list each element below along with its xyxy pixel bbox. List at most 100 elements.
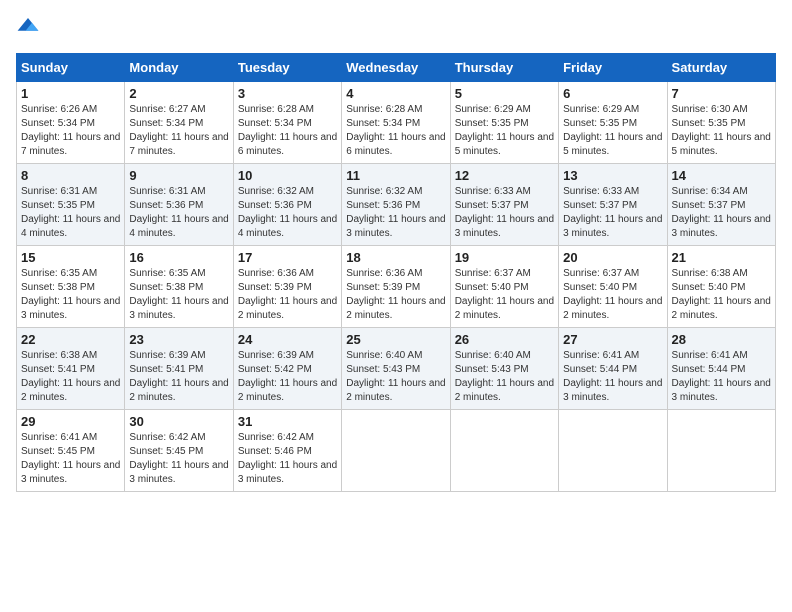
day-number: 21 <box>672 250 771 265</box>
daylight-label: Daylight: 11 hours and 4 minutes. <box>129 214 228 239</box>
sunrise-label: Sunrise: 6:26 AM <box>21 104 97 115</box>
day-number: 23 <box>129 332 228 347</box>
day-number: 22 <box>21 332 120 347</box>
sunset-label: Sunset: 5:37 PM <box>672 200 746 211</box>
calendar-day-cell: 26 Sunrise: 6:40 AM Sunset: 5:43 PM Dayl… <box>450 328 558 410</box>
sunset-label: Sunset: 5:43 PM <box>455 364 529 375</box>
sunrise-label: Sunrise: 6:39 AM <box>129 350 205 361</box>
sunset-label: Sunset: 5:35 PM <box>563 118 637 129</box>
day-number: 7 <box>672 86 771 101</box>
daylight-label: Daylight: 11 hours and 3 minutes. <box>346 214 445 239</box>
sunset-label: Sunset: 5:40 PM <box>563 282 637 293</box>
day-info: Sunrise: 6:37 AM Sunset: 5:40 PM Dayligh… <box>455 267 554 323</box>
calendar-day-cell: 22 Sunrise: 6:38 AM Sunset: 5:41 PM Dayl… <box>17 328 125 410</box>
calendar-day-cell: 2 Sunrise: 6:27 AM Sunset: 5:34 PM Dayli… <box>125 82 233 164</box>
calendar-day-cell: 21 Sunrise: 6:38 AM Sunset: 5:40 PM Dayl… <box>667 246 775 328</box>
sunrise-label: Sunrise: 6:40 AM <box>346 350 422 361</box>
day-info: Sunrise: 6:31 AM Sunset: 5:35 PM Dayligh… <box>21 185 120 241</box>
day-info: Sunrise: 6:41 AM Sunset: 5:44 PM Dayligh… <box>563 349 662 405</box>
sunset-label: Sunset: 5:38 PM <box>21 282 95 293</box>
sunrise-label: Sunrise: 6:42 AM <box>238 432 314 443</box>
sunset-label: Sunset: 5:39 PM <box>346 282 420 293</box>
day-number: 12 <box>455 168 554 183</box>
day-info: Sunrise: 6:41 AM Sunset: 5:44 PM Dayligh… <box>672 349 771 405</box>
calendar-day-cell: 23 Sunrise: 6:39 AM Sunset: 5:41 PM Dayl… <box>125 328 233 410</box>
sunrise-label: Sunrise: 6:40 AM <box>455 350 531 361</box>
daylight-label: Daylight: 11 hours and 3 minutes. <box>455 214 554 239</box>
day-number: 9 <box>129 168 228 183</box>
daylight-label: Daylight: 11 hours and 3 minutes. <box>21 460 120 485</box>
day-info: Sunrise: 6:40 AM Sunset: 5:43 PM Dayligh… <box>455 349 554 405</box>
empty-cell <box>559 410 667 492</box>
sunrise-label: Sunrise: 6:39 AM <box>238 350 314 361</box>
sunset-label: Sunset: 5:38 PM <box>129 282 203 293</box>
calendar-day-cell: 8 Sunrise: 6:31 AM Sunset: 5:35 PM Dayli… <box>17 164 125 246</box>
day-of-week-header: Tuesday <box>233 54 341 82</box>
day-number: 29 <box>21 414 120 429</box>
daylight-label: Daylight: 11 hours and 7 minutes. <box>129 132 228 157</box>
day-info: Sunrise: 6:30 AM Sunset: 5:35 PM Dayligh… <box>672 103 771 159</box>
empty-cell <box>667 410 775 492</box>
calendar-day-cell: 25 Sunrise: 6:40 AM Sunset: 5:43 PM Dayl… <box>342 328 450 410</box>
sunset-label: Sunset: 5:40 PM <box>455 282 529 293</box>
sunset-label: Sunset: 5:34 PM <box>238 118 312 129</box>
daylight-label: Daylight: 11 hours and 6 minutes. <box>346 132 445 157</box>
calendar-table: SundayMondayTuesdayWednesdayThursdayFrid… <box>16 53 776 492</box>
day-info: Sunrise: 6:42 AM Sunset: 5:46 PM Dayligh… <box>238 431 337 487</box>
daylight-label: Daylight: 11 hours and 7 minutes. <box>21 132 120 157</box>
sunrise-label: Sunrise: 6:41 AM <box>672 350 748 361</box>
sunset-label: Sunset: 5:34 PM <box>129 118 203 129</box>
sunset-label: Sunset: 5:34 PM <box>21 118 95 129</box>
daylight-label: Daylight: 11 hours and 3 minutes. <box>672 214 771 239</box>
calendar-day-cell: 20 Sunrise: 6:37 AM Sunset: 5:40 PM Dayl… <box>559 246 667 328</box>
sunset-label: Sunset: 5:40 PM <box>672 282 746 293</box>
day-of-week-header: Sunday <box>17 54 125 82</box>
day-info: Sunrise: 6:35 AM Sunset: 5:38 PM Dayligh… <box>129 267 228 323</box>
day-of-week-header: Thursday <box>450 54 558 82</box>
daylight-label: Daylight: 11 hours and 2 minutes. <box>455 378 554 403</box>
day-info: Sunrise: 6:38 AM Sunset: 5:41 PM Dayligh… <box>21 349 120 405</box>
sunset-label: Sunset: 5:36 PM <box>346 200 420 211</box>
day-info: Sunrise: 6:27 AM Sunset: 5:34 PM Dayligh… <box>129 103 228 159</box>
sunrise-label: Sunrise: 6:35 AM <box>21 268 97 279</box>
daylight-label: Daylight: 11 hours and 3 minutes. <box>563 214 662 239</box>
sunset-label: Sunset: 5:34 PM <box>346 118 420 129</box>
sunrise-label: Sunrise: 6:38 AM <box>21 350 97 361</box>
sunset-label: Sunset: 5:43 PM <box>346 364 420 375</box>
sunset-label: Sunset: 5:45 PM <box>21 446 95 457</box>
day-info: Sunrise: 6:26 AM Sunset: 5:34 PM Dayligh… <box>21 103 120 159</box>
sunrise-label: Sunrise: 6:28 AM <box>346 104 422 115</box>
sunset-label: Sunset: 5:39 PM <box>238 282 312 293</box>
sunrise-label: Sunrise: 6:41 AM <box>21 432 97 443</box>
calendar-day-cell: 29 Sunrise: 6:41 AM Sunset: 5:45 PM Dayl… <box>17 410 125 492</box>
sunset-label: Sunset: 5:44 PM <box>563 364 637 375</box>
day-number: 15 <box>21 250 120 265</box>
day-info: Sunrise: 6:41 AM Sunset: 5:45 PM Dayligh… <box>21 431 120 487</box>
calendar-day-cell: 13 Sunrise: 6:33 AM Sunset: 5:37 PM Dayl… <box>559 164 667 246</box>
header <box>16 16 776 41</box>
calendar-day-cell: 28 Sunrise: 6:41 AM Sunset: 5:44 PM Dayl… <box>667 328 775 410</box>
day-info: Sunrise: 6:40 AM Sunset: 5:43 PM Dayligh… <box>346 349 445 405</box>
sunrise-label: Sunrise: 6:34 AM <box>672 186 748 197</box>
sunset-label: Sunset: 5:35 PM <box>672 118 746 129</box>
day-number: 18 <box>346 250 445 265</box>
sunrise-label: Sunrise: 6:32 AM <box>238 186 314 197</box>
calendar-day-cell: 9 Sunrise: 6:31 AM Sunset: 5:36 PM Dayli… <box>125 164 233 246</box>
daylight-label: Daylight: 11 hours and 2 minutes. <box>238 378 337 403</box>
sunset-label: Sunset: 5:37 PM <box>563 200 637 211</box>
day-number: 19 <box>455 250 554 265</box>
day-number: 6 <box>563 86 662 101</box>
sunrise-label: Sunrise: 6:35 AM <box>129 268 205 279</box>
calendar-day-cell: 16 Sunrise: 6:35 AM Sunset: 5:38 PM Dayl… <box>125 246 233 328</box>
sunrise-label: Sunrise: 6:41 AM <box>563 350 639 361</box>
sunrise-label: Sunrise: 6:30 AM <box>672 104 748 115</box>
sunset-label: Sunset: 5:35 PM <box>21 200 95 211</box>
day-number: 20 <box>563 250 662 265</box>
sunrise-label: Sunrise: 6:42 AM <box>129 432 205 443</box>
sunset-label: Sunset: 5:44 PM <box>672 364 746 375</box>
logo <box>16 16 44 41</box>
sunrise-label: Sunrise: 6:36 AM <box>346 268 422 279</box>
day-info: Sunrise: 6:34 AM Sunset: 5:37 PM Dayligh… <box>672 185 771 241</box>
day-info: Sunrise: 6:32 AM Sunset: 5:36 PM Dayligh… <box>346 185 445 241</box>
sunset-label: Sunset: 5:36 PM <box>238 200 312 211</box>
